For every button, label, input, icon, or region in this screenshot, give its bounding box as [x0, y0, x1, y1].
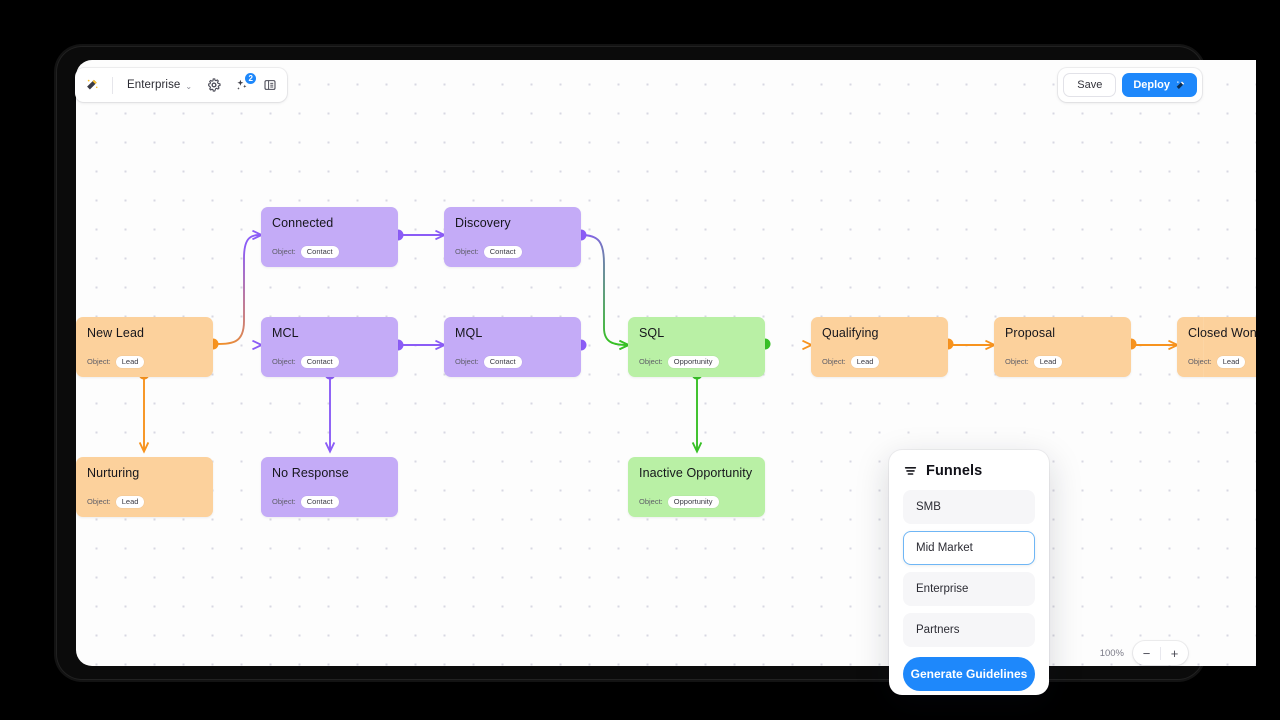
node-title: Proposal [1005, 326, 1056, 340]
node-object-label: Object: [822, 357, 846, 367]
node-mcl[interactable]: MCL Object: Contact [261, 317, 398, 377]
funnel-selector-label: Enterprise [127, 79, 181, 91]
node-connected[interactable]: Connected Object: Contact [261, 207, 398, 267]
node-proposal[interactable]: Proposal Object: Lead [994, 317, 1131, 377]
node-object-value: Lead [115, 355, 145, 368]
node-object-value: Opportunity [667, 495, 719, 508]
node-meta: Object: Opportunity [639, 355, 719, 368]
node-object-label: Object: [639, 357, 663, 367]
node-title: MQL [455, 326, 483, 340]
node-qualifying[interactable]: Qualifying Object: Lead [811, 317, 948, 377]
funnels-list: SMB Mid Market Enterprise Partners [903, 490, 1035, 647]
node-closed-won[interactable]: Closed Won Object: Lead [1177, 317, 1256, 377]
node-title: Connected [272, 216, 334, 230]
sparkles-icon[interactable]: 2 [229, 72, 257, 98]
node-inactive[interactable]: Inactive Opportunity Object: Opportunity [628, 457, 765, 517]
node-object-label: Object: [87, 357, 111, 367]
funnels-panel: Funnels SMB Mid Market Enterprise Partners … [889, 450, 1049, 695]
node-object-value: Contact [300, 245, 339, 258]
toolbar-divider [112, 76, 113, 94]
node-no-response[interactable]: No Response Object: Contact [261, 457, 398, 517]
node-object-label: Object: [272, 357, 296, 367]
node-object-value: Lead [1033, 355, 1063, 368]
node-object-label: Object: [1005, 357, 1029, 367]
node-mql[interactable]: MQL Object: Contact [444, 317, 581, 377]
deploy-button[interactable]: Deploy [1122, 73, 1197, 97]
node-title: Discovery [455, 216, 511, 230]
node-title: Closed Won [1188, 326, 1256, 340]
node-meta: Object: Lead [1188, 355, 1246, 368]
node-meta: Object: Contact [272, 245, 339, 258]
node-object-value: Contact [483, 245, 522, 258]
node-title: Nurturing [87, 466, 140, 480]
zoom-in-button[interactable]: + [1161, 641, 1188, 665]
funnel-item-mid-market[interactable]: Mid Market [903, 531, 1035, 565]
node-discovery[interactable]: Discovery Object: Contact [444, 207, 581, 267]
node-object-value: Contact [300, 495, 339, 508]
node-object-label: Object: [272, 247, 296, 257]
node-object-value: Opportunity [667, 355, 719, 368]
node-meta: Object: Lead [822, 355, 880, 368]
node-meta: Object: Lead [87, 495, 145, 508]
node-meta: Object: Contact [272, 355, 339, 368]
node-nurturing[interactable]: Nurturing Object: Lead [76, 457, 213, 517]
node-title: New Lead [87, 326, 145, 340]
top-right-actions: Save Deploy [1058, 68, 1202, 102]
flow-canvas[interactable]: New Lead Object: Lead Connected Object: Conta… [76, 60, 1256, 666]
node-new-lead[interactable]: New Lead Object: Lead [76, 317, 213, 377]
deploy-button-label: Deploy [1133, 79, 1170, 91]
node-object-value: Lead [1216, 355, 1246, 368]
node-object-label: Object: [1188, 357, 1212, 367]
node-object-value: Lead [115, 495, 145, 508]
node-meta: Object: Contact [272, 495, 339, 508]
zoom-button-group: − + [1133, 641, 1188, 665]
node-meta: Object: Lead [87, 355, 145, 368]
zoom-level-label: 100% [1099, 647, 1124, 659]
magic-wand-icon[interactable] [79, 72, 105, 98]
node-object-label: Object: [87, 497, 111, 507]
funnel-item-enterprise[interactable]: Enterprise [903, 572, 1035, 606]
node-object-label: Object: [455, 247, 479, 257]
node-meta: Object: Contact [455, 245, 522, 258]
chevron-down-icon: ⌄ [185, 81, 193, 91]
node-meta: Object: Lead [1005, 355, 1063, 368]
node-title: SQL [639, 326, 665, 340]
funnel-item-label: Enterprise [916, 583, 969, 595]
node-object-label: Object: [455, 357, 479, 367]
save-button[interactable]: Save [1063, 73, 1117, 97]
funnel-selector[interactable]: Enterprise ⌄ [120, 72, 199, 98]
node-title: No Response [272, 466, 349, 480]
node-title: Inactive Opportunity [639, 466, 753, 480]
zoom-controls: 100% − + [1100, 641, 1188, 665]
node-object-value: Contact [483, 355, 522, 368]
funnel-item-partners[interactable]: Partners [903, 613, 1035, 647]
ai-count-badge: 2 [245, 73, 257, 84]
gear-icon[interactable] [201, 72, 227, 98]
funnel-item-smb[interactable]: SMB [903, 490, 1035, 524]
funnels-panel-title: Funnels [926, 463, 983, 479]
node-sql[interactable]: SQL Object: Opportunity [628, 317, 765, 377]
node-object-label: Object: [639, 497, 663, 507]
list-panel-icon[interactable] [257, 72, 283, 98]
funnel-item-label: SMB [916, 501, 941, 513]
funnel-item-label: Partners [916, 624, 960, 636]
node-object-value: Lead [850, 355, 880, 368]
generate-guidelines-button[interactable]: Generate Guidelines [903, 657, 1035, 691]
node-object-label: Object: [272, 497, 296, 507]
canvas-toolbar: Enterprise ⌄ 2 [75, 68, 288, 102]
magic-wand-icon [1176, 80, 1185, 89]
funnels-panel-header: Funnels [903, 463, 1035, 479]
zoom-out-button[interactable]: − [1133, 641, 1160, 665]
node-title: Qualifying [822, 326, 879, 340]
node-meta: Object: Opportunity [639, 495, 719, 508]
funnel-icon [904, 466, 917, 475]
node-meta: Object: Contact [455, 355, 522, 368]
node-title: MCL [272, 326, 299, 340]
funnel-item-label: Mid Market [916, 542, 973, 554]
node-object-value: Contact [300, 355, 339, 368]
